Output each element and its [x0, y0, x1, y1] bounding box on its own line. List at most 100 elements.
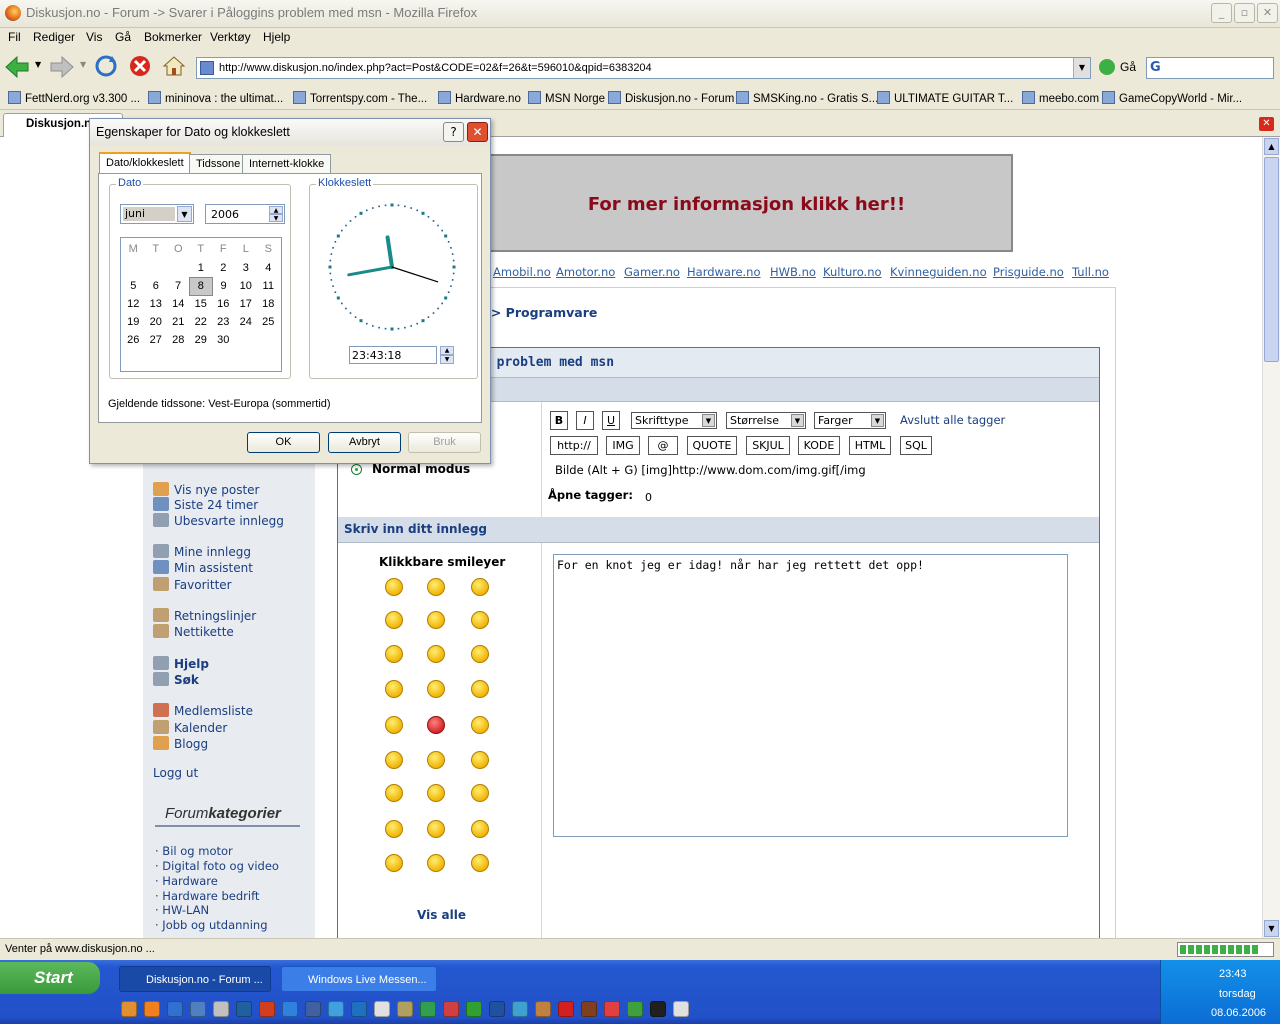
quick-launch-icon[interactable] [190, 1001, 206, 1017]
calendar-day[interactable]: 2 [212, 259, 235, 277]
smiley-icon[interactable] [385, 854, 403, 872]
quick-launch-icon[interactable] [351, 1001, 367, 1017]
calendar-grid[interactable]: MTOTFLS 1 2 3 4 5 6 7 8 9 10 11 12 13 14 15 16 17 18 19 20 2… [120, 237, 282, 372]
calendar-day[interactable]: 13 [145, 295, 168, 313]
category-link[interactable]: · Hardware [155, 874, 218, 888]
quick-launch-icon[interactable] [443, 1001, 459, 1017]
sidebar-item-guidelines[interactable]: Retningslinjer [153, 608, 256, 623]
smiley-icon[interactable] [427, 578, 445, 596]
smiley-icon[interactable] [427, 645, 445, 663]
smiley-icon[interactable] [471, 611, 489, 629]
google-search-icon[interactable]: G [1150, 60, 1161, 75]
calendar-day[interactable]: 3 [235, 259, 258, 277]
bookmark-item[interactable]: mininova : the ultimat... [148, 91, 283, 105]
site-link[interactable]: Amotor.no [556, 265, 615, 279]
smiley-icon[interactable] [471, 854, 489, 872]
task-messenger[interactable]: Windows Live Messen... [281, 966, 437, 992]
bookmark-item[interactable]: SMSKing.no - Gratis S... [736, 91, 878, 105]
email-tag-button[interactable]: @ [648, 436, 678, 455]
http-tag-button[interactable]: http:// [550, 436, 598, 455]
img-tag-button[interactable]: IMG [606, 436, 640, 455]
close-dialog-button[interactable]: ✕ [467, 122, 488, 142]
maximize-button[interactable]: ▫ [1234, 3, 1255, 23]
quick-launch-icon[interactable] [305, 1001, 321, 1017]
sidebar-item-assistant[interactable]: Min assistent [153, 560, 253, 575]
menu-go[interactable]: Gå [115, 30, 131, 44]
calendar-day[interactable]: 14 [167, 295, 190, 313]
smiley-icon[interactable] [471, 578, 489, 596]
sidebar-item-new-posts[interactable]: Vis nye poster [153, 482, 259, 497]
quick-launch-icon[interactable] [673, 1001, 689, 1017]
calendar-day[interactable]: 4 [257, 259, 280, 277]
sidebar-item-last-24h[interactable]: Siste 24 timer [153, 497, 258, 512]
code-tag-button[interactable]: KODE [798, 436, 840, 455]
calendar-day[interactable]: 16 [212, 295, 235, 313]
hide-tag-button[interactable]: SKJUL [746, 436, 790, 455]
calendar-day[interactable]: 11 [257, 277, 280, 295]
smiley-icon[interactable] [427, 854, 445, 872]
help-button[interactable]: ? [443, 122, 464, 142]
go-icon[interactable] [1099, 59, 1115, 75]
calendar-day[interactable]: 18 [257, 295, 280, 313]
font-select[interactable]: Skrifttype ▼ [631, 412, 717, 429]
smiley-icon[interactable] [385, 716, 403, 734]
smiley-icon[interactable] [471, 751, 489, 769]
smiley-icon[interactable] [471, 680, 489, 698]
size-select[interactable]: Størrelse ▼ [726, 412, 806, 429]
calendar-day[interactable]: 26 [122, 331, 145, 349]
start-button[interactable]: Start [0, 962, 100, 994]
smiley-icon[interactable] [427, 751, 445, 769]
search-input[interactable]: G [1146, 57, 1274, 79]
site-link[interactable]: Kvinneguiden.no [890, 265, 987, 279]
calendar-day[interactable]: 21 [167, 313, 190, 331]
quick-launch-icon[interactable] [144, 1001, 160, 1017]
month-select[interactable]: juni ▼ [120, 204, 194, 224]
sidebar-item-search[interactable]: Søk [153, 672, 199, 687]
bookmark-item[interactable]: FettNerd.org v3.300 ... [8, 91, 140, 105]
quick-launch-icon[interactable] [535, 1001, 551, 1017]
quick-launch-icon[interactable] [167, 1001, 183, 1017]
time-up-icon[interactable]: ▲ [440, 346, 454, 355]
quick-launch-icon[interactable] [374, 1001, 390, 1017]
calendar-day[interactable]: 1 [190, 259, 213, 277]
cancel-button[interactable]: Avbryt [328, 432, 401, 453]
sidebar-item-my-posts[interactable]: Mine innlegg [153, 544, 251, 559]
bookmark-item[interactable]: Diskusjon.no - Forum [608, 91, 734, 105]
site-link[interactable]: Hardware.no [687, 265, 761, 279]
year-spinner[interactable]: 2006 ▲ ▼ [205, 204, 285, 224]
calendar-day[interactable]: 28 [167, 331, 190, 349]
menu-bookmarks[interactable]: Bokmerker [144, 30, 202, 44]
color-select[interactable]: Farger ▼ [814, 412, 886, 429]
scroll-down-icon[interactable]: ▼ [1264, 920, 1279, 937]
sidebar-item-members[interactable]: Medlemsliste [153, 703, 253, 718]
scroll-thumb[interactable] [1264, 157, 1279, 362]
task-firefox[interactable]: Diskusjon.no - Forum ... [119, 966, 271, 992]
sidebar-item-help[interactable]: Hjelp [153, 656, 209, 671]
post-textarea[interactable]: For en knot jeg er idag! når har jeg ret… [553, 554, 1068, 837]
menu-tools[interactable]: Verktøy [210, 30, 251, 44]
calendar-day[interactable]: 30 [212, 331, 235, 349]
bookmark-item[interactable]: MSN Norge [528, 91, 605, 105]
quick-launch-icon[interactable] [397, 1001, 413, 1017]
category-link[interactable]: · Bil og motor [155, 844, 233, 858]
info-banner[interactable]: For mer informasjon klikk her!! [480, 154, 1013, 252]
home-icon[interactable] [162, 54, 186, 78]
menu-view[interactable]: Vis [86, 30, 102, 44]
calendar-day[interactable]: 8 [189, 276, 213, 296]
calendar-day[interactable]: 12 [122, 295, 145, 313]
smiley-icon[interactable] [427, 680, 445, 698]
breadcrumb[interactable]: e > Programvare [478, 305, 597, 320]
calendar-day[interactable]: 7 [167, 277, 190, 295]
smiley-icon[interactable] [385, 578, 403, 596]
calendar-day[interactable]: 22 [190, 313, 213, 331]
quick-launch-icon[interactable] [121, 1001, 137, 1017]
smiley-icon[interactable] [427, 784, 445, 802]
close-tab-icon[interactable]: ✕ [1259, 117, 1274, 131]
category-link[interactable]: · Digital foto og video [155, 859, 279, 873]
time-spinner[interactable]: 23:43:18 [349, 346, 437, 364]
quick-launch-icon[interactable] [489, 1001, 505, 1017]
menu-help[interactable]: Hjelp [263, 30, 290, 44]
smiley-icon[interactable] [427, 611, 445, 629]
menu-file[interactable]: Fil [8, 30, 21, 44]
calendar-day[interactable]: 25 [257, 313, 280, 331]
